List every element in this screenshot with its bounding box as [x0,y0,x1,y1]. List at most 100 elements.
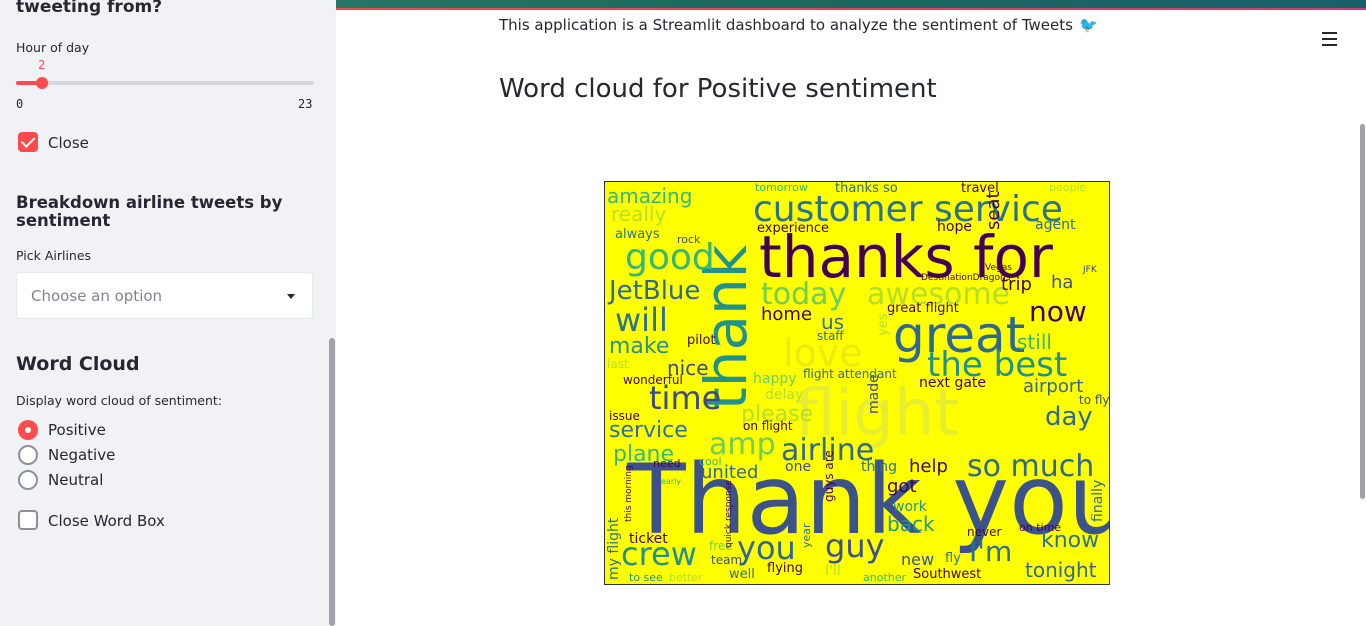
pick-airlines-label: Pick Airlines [16,248,92,263]
cloud-word: people [1049,181,1087,194]
cloud-word: now [1029,295,1087,328]
cloud-word: cool [699,455,722,468]
hour-slider-value: 2 [38,58,46,72]
cloud-word: rock [677,233,701,246]
chevron-down-icon[interactable] [287,294,295,299]
cloud-word: JFK [1083,265,1097,275]
close-word-box-label[interactable]: Close Word Box [48,512,165,530]
cloud-word: ha [1051,272,1074,293]
word-cloud-radio-label: Display word cloud of sentiment: [16,393,222,408]
intro-text-content: This application is a Streamlit dashboar… [499,16,1073,34]
cloud-word: Vegas [985,263,1012,273]
cloud-word: great flight [887,301,959,316]
cloud-word: ticket [629,531,668,547]
cloud-word: on flight [743,419,793,433]
sidebar: tweeting from? Hour of day 2 0 23 Close … [0,0,336,626]
main-scrollbar[interactable] [1360,124,1365,499]
cloud-word: my flight [606,517,622,580]
cloud-word: help [909,456,948,477]
cloud-word: new [901,550,935,569]
cloud-word: issue [609,409,640,423]
cloud-word: flying [767,561,803,576]
cloud-word: better [669,571,703,584]
cloud-word: experience [757,221,830,236]
radio-negative-label[interactable]: Negative [48,446,115,464]
cloud-word: airport [1023,376,1084,397]
cloud-word: flight attendant [803,367,897,381]
cloud-word: quick response [724,480,734,548]
cloud-word: to fly [1079,393,1110,407]
radio-positive-label[interactable]: Positive [48,421,106,439]
cloud-word: another [863,571,907,584]
cloud-word: guy [825,527,885,565]
cloud-word: on time [1019,521,1062,534]
intro-text: This application is a Streamlit dashboar… [499,16,1098,34]
cloud-word: well [729,567,755,582]
cloud-word: really [611,202,667,226]
word-cloud-image: flight Thank you thanks for thank great … [604,181,1110,585]
word-cloud-title: Word cloud for Positive sentiment [499,74,937,104]
cloud-word: early [661,477,682,486]
cloud-word: home [761,304,813,325]
hour-slider-track[interactable] [16,81,314,85]
radio-negative[interactable] [18,445,38,465]
cloud-word: this morning [624,465,634,522]
cloud-word: DestinationDragons [921,273,1011,283]
radio-neutral[interactable] [18,470,38,490]
breakdown-heading: Breakdown airline tweets by sentiment [16,193,283,230]
cloud-word: service [609,418,688,443]
cloud-word: make [609,334,670,359]
cloud-word: still [1017,330,1052,354]
cloud-word: need [653,457,681,470]
airline-select[interactable]: Choose an option [16,272,313,319]
cloud-word: guys are [822,450,836,502]
cloud-word: made [866,374,882,414]
hour-slider-max: 23 [298,97,313,111]
hour-slider-thumb[interactable] [36,77,48,89]
sidebar-top-heading: tweeting from? [16,0,163,17]
cloud-word: you [737,529,796,567]
cloud-word: finally [1090,479,1106,522]
word-cloud-heading: Word Cloud [16,353,140,375]
cloud-word: work [893,499,927,515]
cloud-word: got [887,476,917,497]
cloud-word: hope [937,219,972,235]
cloud-word: Southwest [913,567,982,582]
cloud-word: I'm [969,535,1013,568]
cloud-word: tomorrow [755,181,808,194]
radio-positive[interactable] [18,420,38,440]
cloud-word: year [800,523,813,548]
cloud-word: next gate [919,375,987,391]
cloud-word: fly [945,551,961,566]
cloud-word: day [1045,402,1093,432]
cloud-word: delay [765,387,804,403]
cloud-word: one [785,459,812,475]
cloud-word: to see [629,571,663,584]
close-checkbox[interactable] [18,132,38,152]
cloud-word: wonderful [623,373,683,387]
cloud-word: thanks so [835,181,898,196]
cloud-word: staff [817,329,844,343]
cloud-word: tonight [1025,558,1097,582]
hamburger-menu-icon[interactable] [1322,32,1338,46]
cloud-word: seat [983,191,1004,230]
cloud-word: back [887,512,935,536]
cloud-word: last [607,357,629,371]
cloud-word: will [615,301,668,339]
cloud-word: good [625,237,715,278]
cloud-word: never [967,525,1002,539]
close-word-box-checkbox[interactable] [18,510,38,530]
cloud-word: happy [753,371,797,387]
cloud-word: thing [861,459,898,475]
radio-neutral-label[interactable]: Neutral [48,471,103,489]
close-checkbox-label[interactable]: Close [48,134,89,152]
cloud-word: I'll [825,563,841,579]
sidebar-scrollbar[interactable] [329,338,335,626]
hour-slider-label: Hour of day [16,40,90,55]
bird-icon: 🐦 [1078,16,1098,34]
cloud-word: pilot [687,333,716,348]
cloud-word: agent [1035,217,1076,233]
airline-select-placeholder: Choose an option [31,287,163,305]
cloud-word: so much [967,449,1095,484]
cloud-word: team [711,553,743,567]
